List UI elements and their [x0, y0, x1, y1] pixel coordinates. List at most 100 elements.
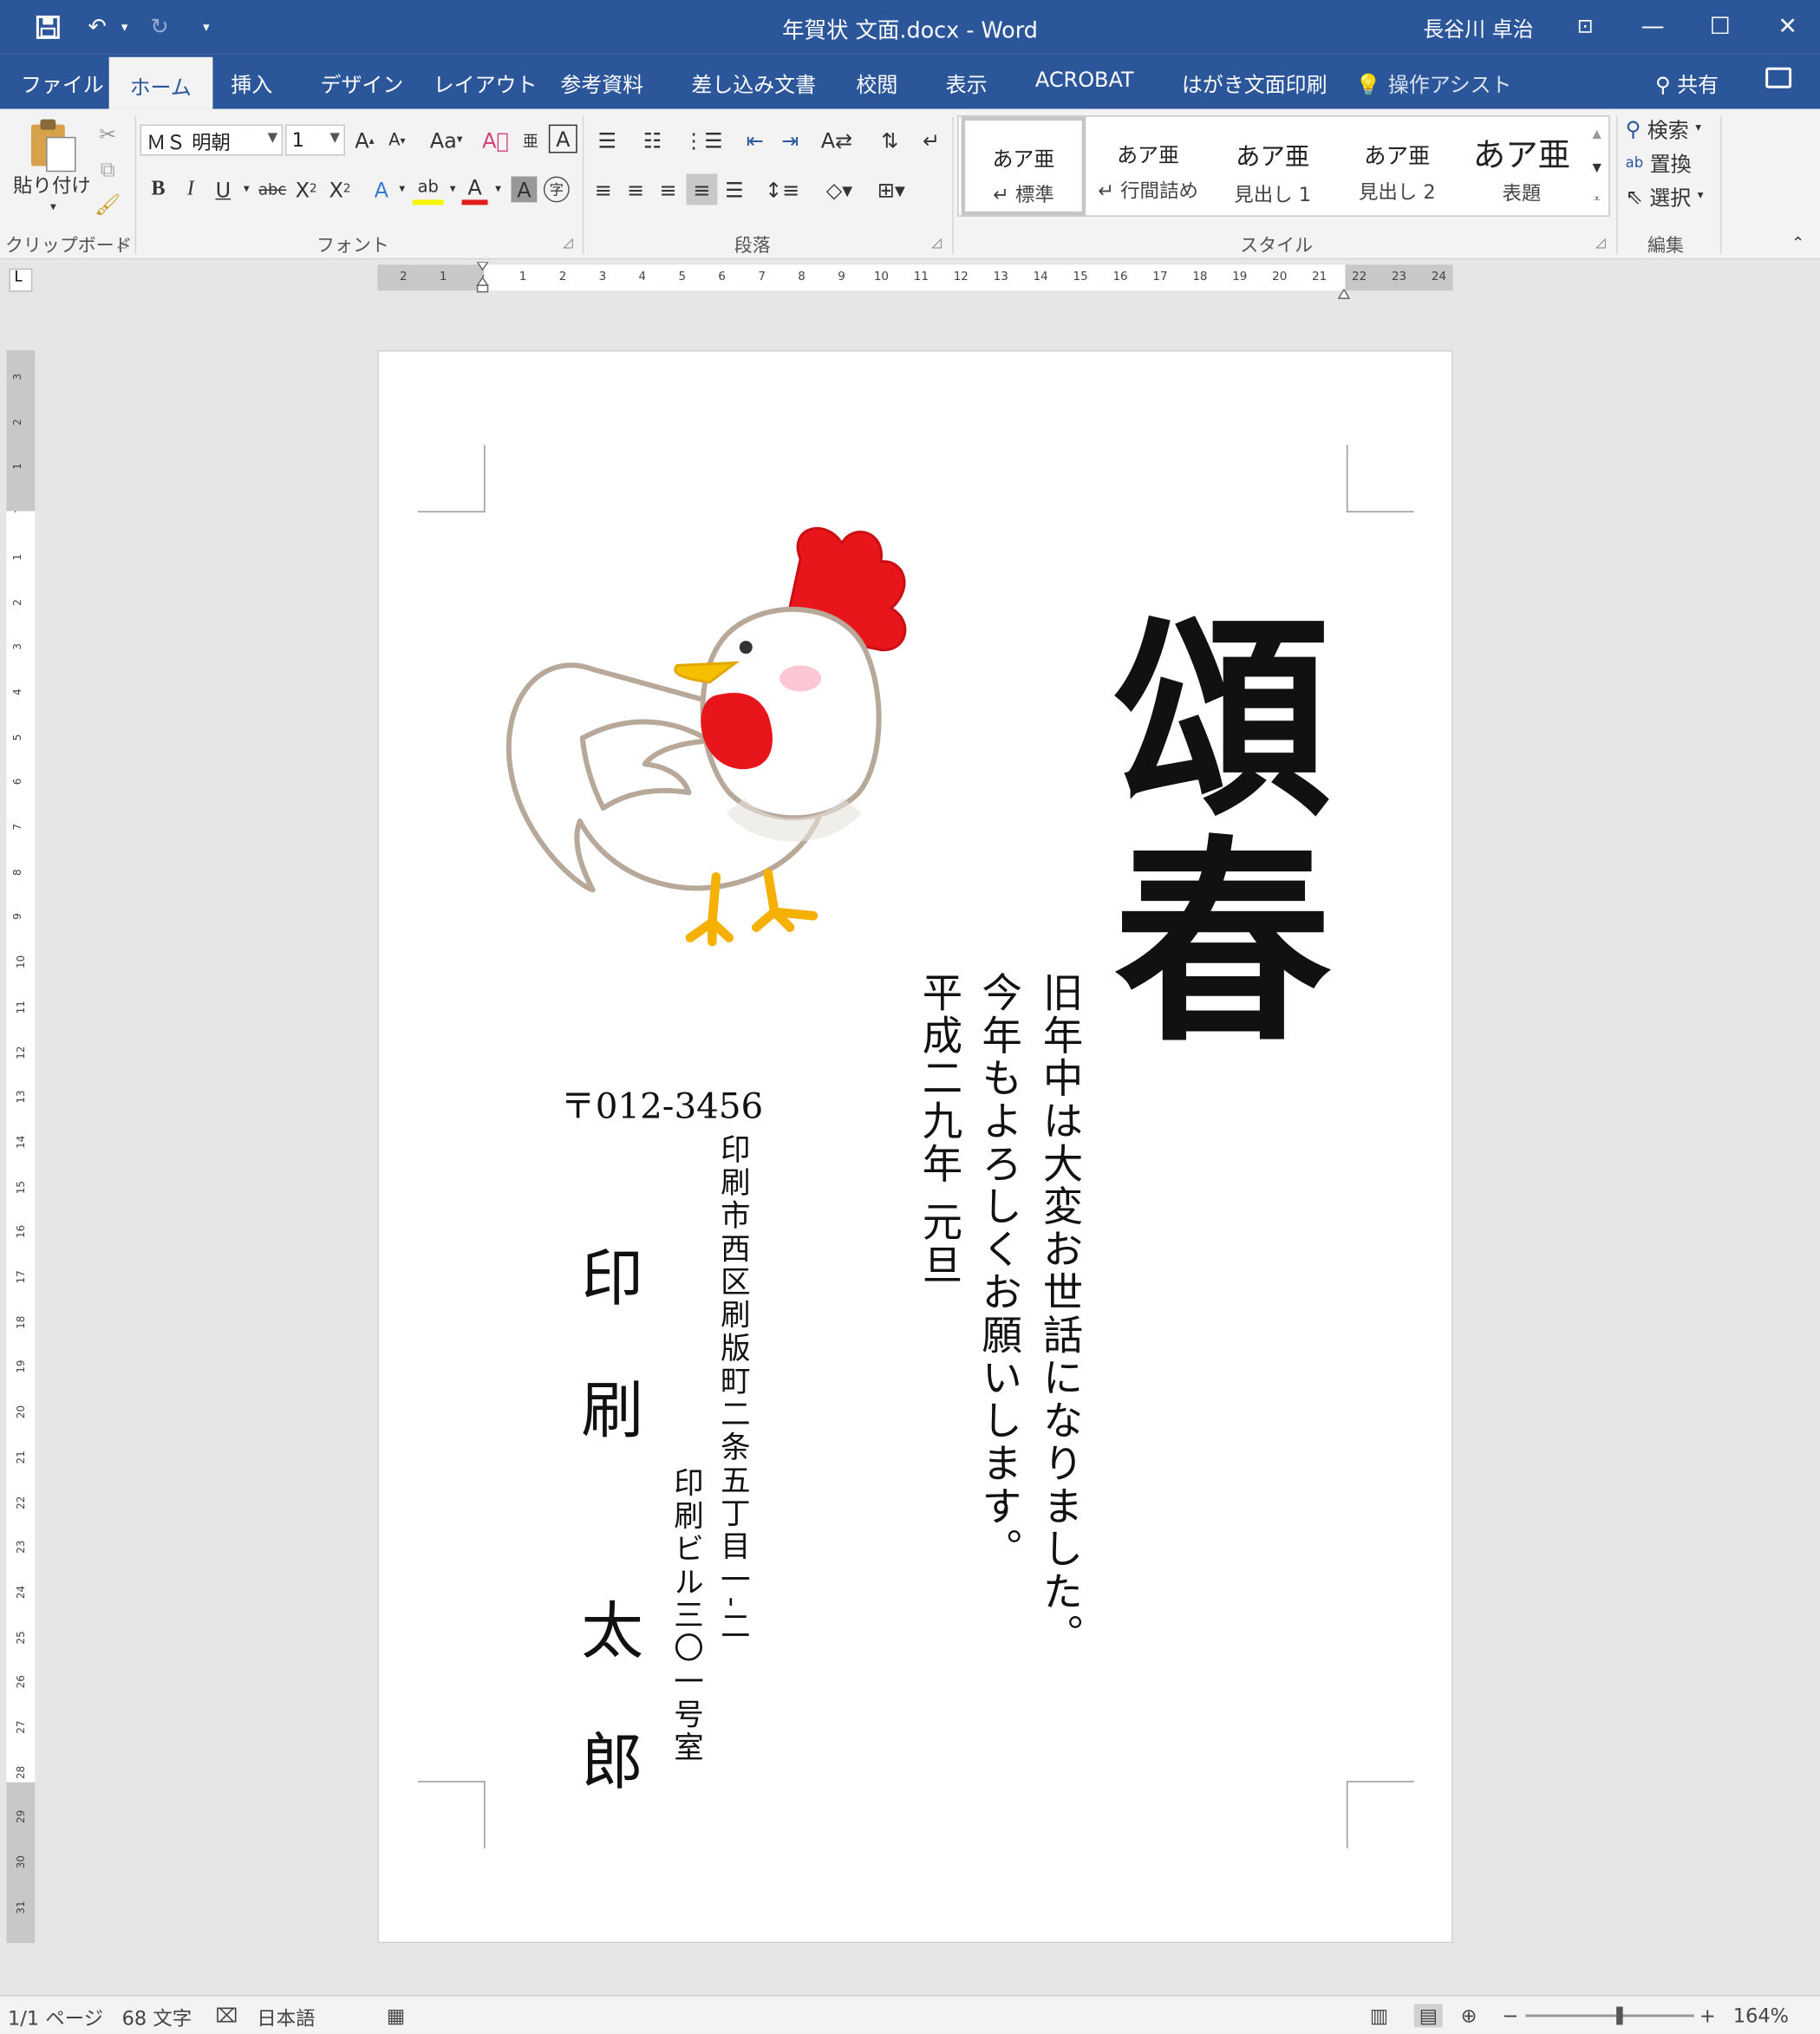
multilevel-list-icon[interactable]: ⋮☰	[683, 125, 722, 156]
shading-icon[interactable]: ◇▾	[820, 173, 859, 205]
font-name-dropdown[interactable]: ＭＳ 明朝 ▼	[140, 124, 284, 156]
tab-view[interactable]: 表示	[946, 68, 988, 99]
sender-name-char[interactable]: 印	[581, 1227, 643, 1318]
grow-font-icon[interactable]: A ▴	[353, 127, 376, 153]
paste-dropdown-icon[interactable]: ▾	[44, 199, 62, 215]
headline-calligraphy[interactable]: 頌春	[1077, 604, 1334, 1051]
address-line-1[interactable]: 印刷市西区刷版町二条五丁目一-二	[714, 1134, 748, 1644]
paste-button[interactable]: 貼り付け	[13, 171, 91, 197]
greeting-line-1[interactable]: 旧年中は大変お世話になりました。	[1035, 972, 1082, 1657]
superscript-icon[interactable]: X2	[327, 173, 353, 205]
tab-acrobat[interactable]: ACROBAT	[1035, 68, 1134, 92]
greeting-line-2[interactable]: 今年もよろしくお願いします。	[975, 972, 1021, 1571]
font-color-dropdown-icon[interactable]: ▾	[491, 176, 506, 202]
align-center-icon[interactable]: ≡	[623, 173, 649, 205]
horizontal-ruler[interactable]: 2 1 · 1 2 3 4 5 6 7 8 9 10 11 12 13 14 15 16 17 18 19 20 21 22 23…	[377, 261, 1453, 299]
highlight-dropdown-icon[interactable]: ▾	[445, 176, 460, 202]
font-size-dropdown[interactable]: 1 ▼	[285, 124, 345, 156]
tab-mailings[interactable]: 差し込み文書	[691, 68, 816, 99]
tab-home[interactable]: ホーム	[108, 56, 212, 109]
select-button[interactable]: ⇖ 選択 ▾	[1626, 181, 1704, 211]
paragraph-launcher-icon[interactable]: ◿	[931, 236, 942, 250]
web-layout-icon[interactable]: ⊕	[1461, 2004, 1478, 2027]
distributed-icon[interactable]: ☰	[720, 173, 748, 205]
vertical-ruler[interactable]: 3 2 1 · 1 2 3 4 5 6 7 8 9 10 11 12 13 14 15 16 17 18 19 20 21 22 2…	[6, 349, 36, 1944]
style-title[interactable]: あア亜 表題	[1459, 117, 1584, 216]
close-button[interactable]: ✕	[1754, 0, 1820, 52]
justify-icon[interactable]: ≡	[686, 173, 718, 205]
styles-more-icon[interactable]: ⩡	[1587, 186, 1608, 212]
font-color-icon[interactable]: A	[461, 173, 488, 205]
minimize-button[interactable]: —	[1619, 0, 1686, 52]
strikethrough-icon[interactable]: abc	[257, 173, 288, 205]
zoom-out-button[interactable]: −	[1502, 2004, 1518, 2027]
text-effects-dropdown-icon[interactable]: ▾	[395, 176, 410, 202]
paste-icon[interactable]	[26, 117, 78, 174]
align-left-icon[interactable]: ≡	[590, 173, 616, 205]
tell-me-box[interactable]: 💡 操作アシスト	[1355, 68, 1511, 99]
tab-file[interactable]: ファイル	[21, 68, 104, 99]
format-painter-icon[interactable]: 🖌	[94, 189, 122, 218]
sender-name-char[interactable]: 太	[581, 1580, 643, 1671]
tab-insert[interactable]: 挿入	[231, 68, 272, 99]
clipboard-launcher-icon[interactable]: ◿	[117, 236, 127, 250]
tab-review[interactable]: 校閲	[856, 68, 897, 99]
align-right-icon[interactable]: ≡	[656, 173, 682, 205]
borders-icon[interactable]: ⊞▾	[869, 173, 913, 205]
style-normal[interactable]: あア亜 ↵ 標準	[961, 116, 1086, 216]
highlight-icon[interactable]: ab	[412, 173, 444, 205]
read-mode-icon[interactable]: ▥	[1370, 2004, 1388, 2027]
character-border-icon[interactable]: A	[548, 124, 577, 153]
cut-icon[interactable]: ✂	[94, 120, 122, 148]
replace-button[interactable]: ab 置換	[1626, 148, 1692, 176]
bullets-icon[interactable]: ☰	[590, 125, 624, 156]
word-count[interactable]: 68 文字	[122, 2004, 192, 2031]
tab-postcard-print[interactable]: はがき文面印刷	[1182, 68, 1327, 99]
page-count[interactable]: 1/1 ページ	[8, 2004, 103, 2031]
sender-name-char[interactable]: 刷	[581, 1359, 643, 1451]
text-direction-icon[interactable]: A⇄	[818, 125, 857, 156]
italic-icon[interactable]: I	[179, 173, 202, 205]
style-heading-1[interactable]: あア亜 見出し 1	[1210, 117, 1335, 216]
phonetic-guide-icon[interactable]: 亜	[516, 125, 545, 156]
style-no-spacing[interactable]: あア亜 ↵ 行間詰め	[1086, 117, 1210, 216]
subscript-icon[interactable]: X2	[293, 173, 319, 205]
style-heading-2[interactable]: あア亜 見出し 2	[1334, 117, 1459, 216]
styles-scroll-up-icon[interactable]: ▲	[1587, 122, 1608, 148]
macro-recording-icon[interactable]: ▦	[387, 2004, 405, 2027]
language-indicator[interactable]: 日本語	[257, 2004, 315, 2031]
increase-indent-icon[interactable]: ⇥	[774, 125, 806, 156]
ribbon-display-options-icon[interactable]: ⊡	[1551, 0, 1619, 52]
address-line-2[interactable]: 印刷ビル三〇一号室	[668, 1467, 701, 1764]
font-launcher-icon[interactable]: ◿	[563, 236, 573, 250]
user-name[interactable]: 長谷川 卓治	[1423, 11, 1533, 42]
tab-design[interactable]: デザイン	[321, 68, 404, 99]
text-effects-icon[interactable]: A	[369, 173, 395, 205]
shrink-font-icon[interactable]: A ▾	[385, 127, 408, 153]
tab-selector[interactable]: L	[9, 268, 33, 292]
zoom-in-button[interactable]: +	[1699, 2004, 1716, 2027]
right-indent-marker[interactable]	[1337, 280, 1351, 299]
tab-layout[interactable]: レイアウト	[434, 68, 538, 99]
character-shading-icon[interactable]: A	[511, 176, 538, 203]
print-layout-icon[interactable]: ▤	[1413, 2004, 1443, 2028]
change-case-button[interactable]: Aa ▾	[423, 125, 470, 156]
proofing-icon[interactable]: ⌧	[215, 2004, 238, 2027]
sender-name-char[interactable]: 郎	[581, 1711, 643, 1802]
styles-scroll-down-icon[interactable]: ▼	[1587, 156, 1608, 182]
copy-icon[interactable]: ⧉	[94, 156, 122, 185]
tab-references[interactable]: 参考資料	[560, 68, 643, 99]
enclose-characters-icon[interactable]: 字	[543, 176, 570, 203]
document-page[interactable]: 頌春 旧年中は大変お世話になりました。 今年もよろしくお願いします。 平成二九年…	[377, 349, 1453, 1944]
share-button[interactable]: ⚲ 共有	[1655, 68, 1719, 99]
zoom-slider[interactable]	[1525, 2006, 1694, 2025]
comments-icon[interactable]	[1765, 67, 1792, 88]
styles-launcher-icon[interactable]: ◿	[1595, 236, 1606, 250]
collapse-ribbon-icon[interactable]: ⌃	[1788, 233, 1809, 251]
rooster-illustration[interactable]	[502, 520, 930, 949]
line-spacing-icon[interactable]: ↕≡	[763, 173, 802, 205]
date-line[interactable]: 平成二九年 元旦	[915, 972, 962, 1287]
find-button[interactable]: ⚲ 検索 ▾	[1626, 114, 1701, 143]
show-formatting-icon[interactable]: ↵	[917, 125, 946, 156]
decrease-indent-icon[interactable]: ⇤	[740, 125, 771, 156]
